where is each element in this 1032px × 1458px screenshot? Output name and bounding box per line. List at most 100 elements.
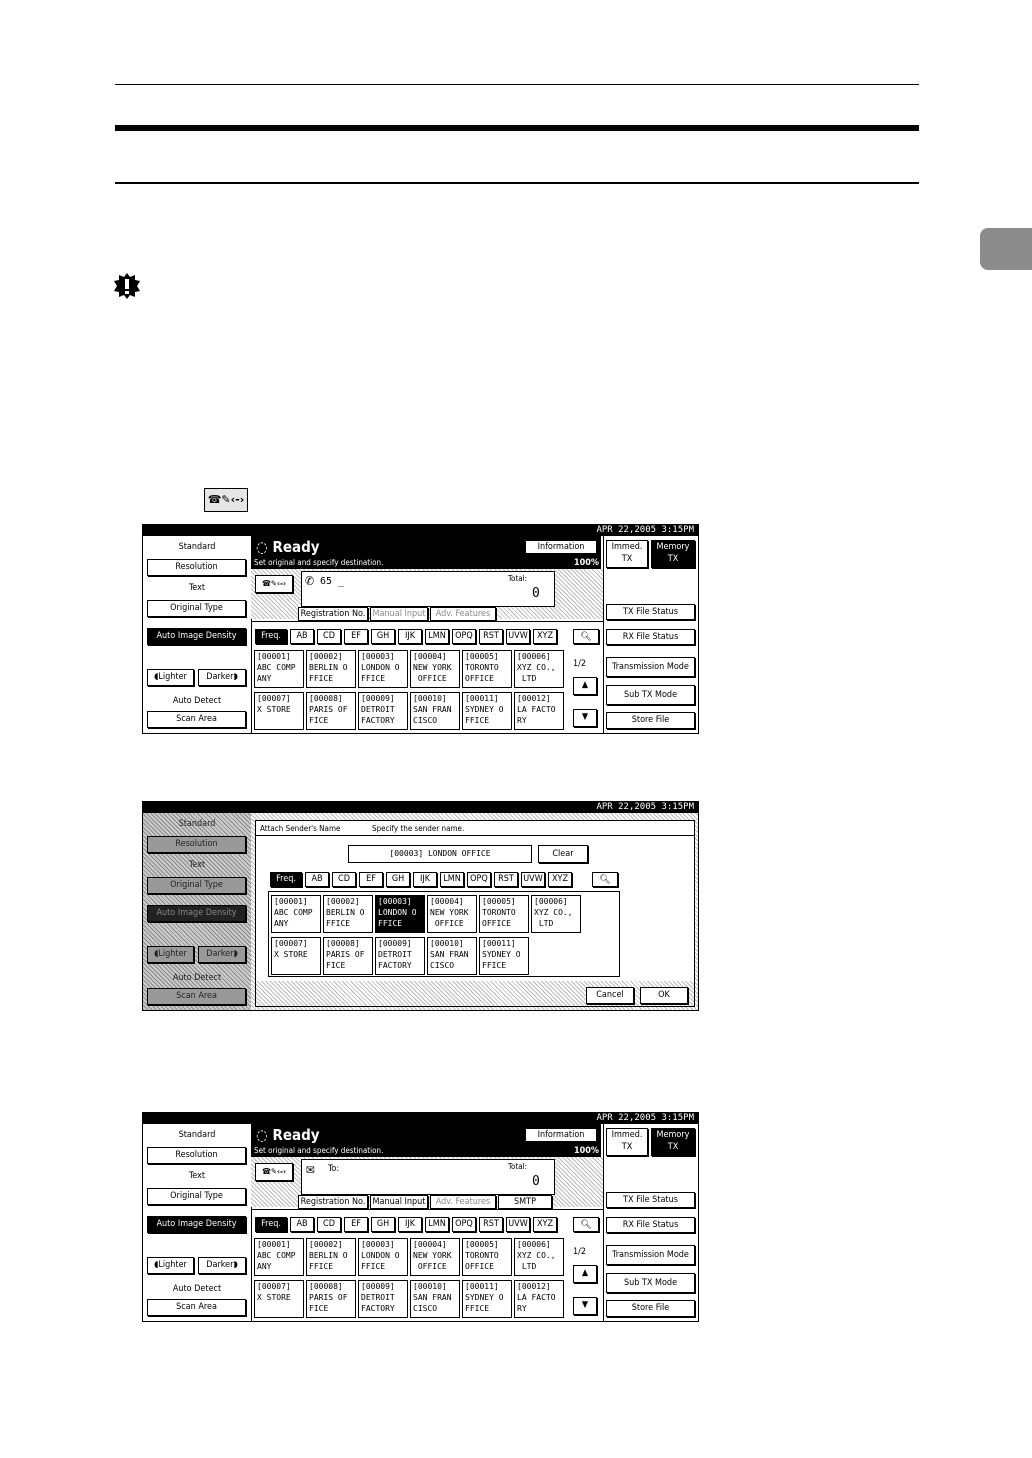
lighter-button[interactable]: ◖Lighter xyxy=(147,1257,194,1274)
tab-registration-no[interactable]: Registration No. xyxy=(298,607,368,621)
sub-tx-mode-button[interactable]: Sub TX Mode xyxy=(606,685,695,705)
destination-key[interactable]: [00009] DETROIT FACTORY xyxy=(358,692,408,730)
destination-field[interactable]: ✆ 65 _ Total: 0 xyxy=(301,571,555,607)
group-tab[interactable]: GH xyxy=(371,1217,395,1232)
destination-key[interactable]: [00006] XYZ CO., LTD xyxy=(514,1238,564,1276)
destination-key[interactable]: [00002] BERLIN O FFICE xyxy=(323,895,373,933)
rx-file-status-button[interactable]: RX File Status xyxy=(606,629,695,645)
dest-switch-button[interactable]: ☎✎‹-› xyxy=(255,575,293,593)
destination-key[interactable]: [00004] NEW YORK OFFICE xyxy=(410,650,460,688)
destination-key[interactable]: [00008] PARIS OF FICE xyxy=(306,1280,356,1318)
immediate-tx-button[interactable]: Immed. TX xyxy=(606,1128,648,1156)
transmission-mode-button[interactable]: Transmission Mode xyxy=(606,1245,695,1265)
page-up-button[interactable]: ▲ xyxy=(573,677,597,695)
memory-tx-button[interactable]: Memory TX xyxy=(651,1128,695,1156)
search-button[interactable]: 🔍︎ xyxy=(573,629,599,644)
destination-key[interactable]: [00004] NEW YORK OFFICE xyxy=(427,895,477,933)
tab-manual-input[interactable]: Manual Input xyxy=(370,607,428,621)
group-tab[interactable]: GH xyxy=(386,872,410,887)
lighter-button[interactable]: ◖Lighter xyxy=(147,669,194,686)
group-tab[interactable]: CD xyxy=(332,872,356,887)
tab-adv-features[interactable]: Adv. Features xyxy=(430,607,496,621)
information-button[interactable]: Information xyxy=(525,1128,597,1142)
group-tab[interactable]: IJK xyxy=(398,1217,422,1232)
memory-tx-button[interactable]: Memory TX xyxy=(651,540,695,568)
auto-density-button[interactable]: Auto Image Density xyxy=(147,1216,246,1233)
group-tab[interactable]: EF xyxy=(344,1217,368,1232)
group-tab[interactable]: OPQ xyxy=(467,872,491,887)
destination-key[interactable]: [00011] SYDNEY O FFICE xyxy=(479,937,529,975)
page-down-button[interactable]: ▼ xyxy=(573,1297,597,1315)
tab-adv-features[interactable]: Adv. Features xyxy=(430,1195,496,1209)
group-tab[interactable]: Freq. xyxy=(270,872,302,887)
original-type-button[interactable]: Original Type xyxy=(147,600,246,617)
search-button[interactable]: 🔍︎ xyxy=(573,1217,599,1232)
page-up-button[interactable]: ▲ xyxy=(573,1265,597,1283)
tab-smtp[interactable]: SMTP xyxy=(498,1195,552,1209)
group-tab[interactable]: UVW xyxy=(506,1217,530,1232)
group-tab[interactable]: UVW xyxy=(521,872,545,887)
search-button[interactable]: 🔍︎ xyxy=(592,872,618,887)
original-type-button[interactable]: Original Type xyxy=(147,1188,246,1205)
store-file-button[interactable]: Store File xyxy=(606,1300,695,1317)
group-tab[interactable]: LMN xyxy=(425,629,449,644)
destination-key[interactable]: [00001] ABC COMP ANY xyxy=(254,650,304,688)
information-button[interactable]: Information xyxy=(525,540,597,554)
transmission-mode-button[interactable]: Transmission Mode xyxy=(606,657,695,677)
group-tab[interactable]: XYZ xyxy=(548,872,572,887)
destination-key[interactable]: [00003] LONDON O FFICE xyxy=(358,650,408,688)
store-file-button[interactable]: Store File xyxy=(606,712,695,729)
dest-switch-button[interactable]: ☎✎‹-› xyxy=(255,1163,293,1181)
group-tab[interactable]: GH xyxy=(371,629,395,644)
destination-key[interactable]: [00002] BERLIN O FFICE xyxy=(306,650,356,688)
tx-file-status-button[interactable]: TX File Status xyxy=(606,1192,695,1208)
destination-key[interactable]: [00003] LONDON O FFICE xyxy=(358,1238,408,1276)
tab-registration-no[interactable]: Registration No. xyxy=(298,1195,368,1209)
group-tab[interactable]: OPQ xyxy=(452,1217,476,1232)
destination-key[interactable]: [00006] XYZ CO., LTD xyxy=(531,895,581,933)
destination-key[interactable]: [00007] X STORE xyxy=(254,692,304,730)
group-tab[interactable]: LMN xyxy=(440,872,464,887)
sub-tx-mode-button[interactable]: Sub TX Mode xyxy=(606,1273,695,1293)
group-tab[interactable]: UVW xyxy=(506,629,530,644)
group-tab[interactable]: OPQ xyxy=(452,629,476,644)
destination-key[interactable]: [00004] NEW YORK OFFICE xyxy=(410,1238,460,1276)
group-tab[interactable]: RST xyxy=(494,872,518,887)
destination-key[interactable]: [00009] DETROIT FACTORY xyxy=(358,1280,408,1318)
group-tab[interactable]: AB xyxy=(290,1217,314,1232)
destination-key[interactable]: [00005] TORONTO OFFICE xyxy=(462,1238,512,1276)
destination-key[interactable]: [00008] PARIS OF FICE xyxy=(323,937,373,975)
group-tab[interactable]: XYZ xyxy=(533,629,557,644)
destination-key[interactable]: [00003] LONDON O FFICE xyxy=(375,895,425,933)
scan-area-button[interactable]: Scan Area xyxy=(147,711,246,728)
destination-key[interactable]: [00005] TORONTO OFFICE xyxy=(462,650,512,688)
destination-key[interactable]: [00011] SYDNEY O FFICE xyxy=(462,692,512,730)
resolution-button[interactable]: Resolution xyxy=(147,1147,246,1164)
group-tab[interactable]: EF xyxy=(359,872,383,887)
tx-file-status-button[interactable]: TX File Status xyxy=(606,604,695,620)
group-tab[interactable]: Freq. xyxy=(255,629,287,644)
cancel-button[interactable]: Cancel xyxy=(586,987,634,1004)
destination-key[interactable]: [00008] PARIS OF FICE xyxy=(306,692,356,730)
group-tab[interactable]: AB xyxy=(305,872,329,887)
destination-key[interactable]: [00002] BERLIN O FFICE xyxy=(306,1238,356,1276)
destination-key[interactable]: [00007] X STORE xyxy=(254,1280,304,1318)
group-tab[interactable]: IJK xyxy=(398,629,422,644)
clear-button[interactable]: Clear xyxy=(538,845,588,863)
group-tab[interactable]: AB xyxy=(290,629,314,644)
destination-key[interactable]: [00001] ABC COMP ANY xyxy=(254,1238,304,1276)
destination-key[interactable]: [00012] LA FACTO RY xyxy=(514,692,564,730)
page-down-button[interactable]: ▼ xyxy=(573,709,597,727)
group-tab[interactable]: CD xyxy=(317,1217,341,1232)
rx-file-status-button[interactable]: RX File Status xyxy=(606,1217,695,1233)
darker-button[interactable]: Darker◗ xyxy=(198,669,246,686)
destination-key[interactable]: [00012] LA FACTO RY xyxy=(514,1280,564,1318)
group-tab[interactable]: EF xyxy=(344,629,368,644)
auto-density-button[interactable]: Auto Image Density xyxy=(147,628,246,645)
group-tab[interactable]: XYZ xyxy=(533,1217,557,1232)
destination-key[interactable]: [00005] TORONTO OFFICE xyxy=(479,895,529,933)
destination-key[interactable]: [00010] SAN FRAN CISCO xyxy=(427,937,477,975)
destination-key[interactable]: [00010] SAN FRAN CISCO xyxy=(410,692,460,730)
destination-key[interactable]: [00006] XYZ CO., LTD xyxy=(514,650,564,688)
scan-area-button[interactable]: Scan Area xyxy=(147,1299,246,1316)
